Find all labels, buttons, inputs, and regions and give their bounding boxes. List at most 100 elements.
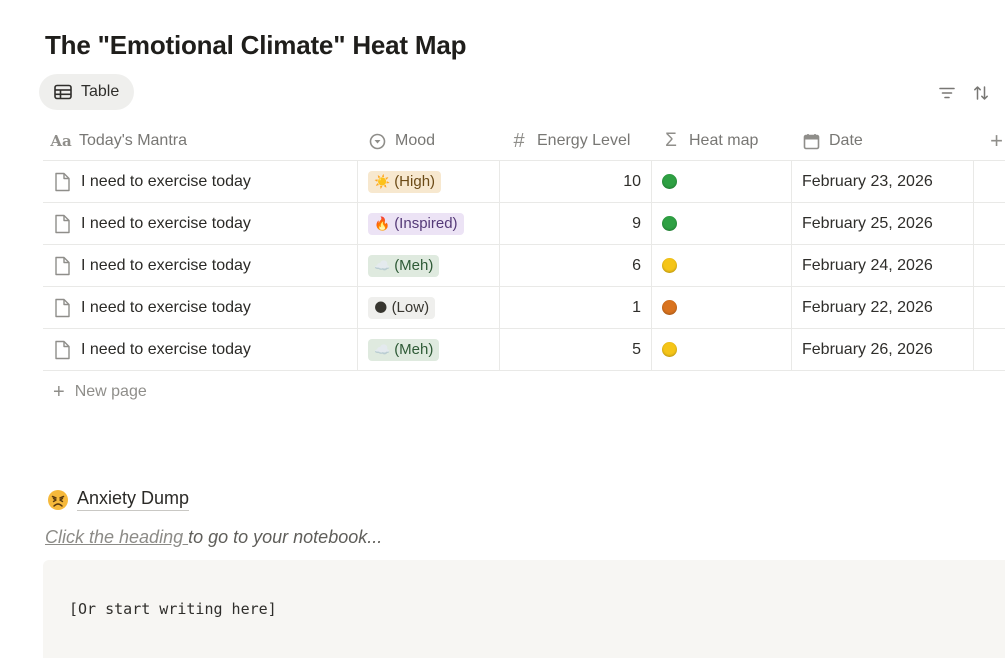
energy-cell[interactable]: 1 (499, 287, 651, 328)
empty-cell (973, 329, 1005, 370)
heatmap-cell (651, 329, 791, 370)
column-header-energy[interactable]: # Energy Level (499, 122, 651, 160)
mantra-cell[interactable]: I need to exercise today (43, 245, 357, 286)
mood-tag: 🌑 (Low) (368, 296, 436, 319)
mood-tag: 🔥 (Inspired) (368, 212, 464, 235)
table-row[interactable]: I need to exercise today ☀️ (High) 10 Fe… (43, 161, 1005, 203)
number-property-icon: # (513, 129, 525, 152)
add-property-button[interactable]: + (973, 122, 1005, 160)
mood-emoji-icon: 🔥 (374, 215, 391, 231)
mood-tag: ☀️ (High) (368, 170, 442, 193)
mood-text: (High) (394, 173, 436, 190)
heatmap-cell (651, 245, 791, 286)
mood-cell[interactable]: ☁️ (Meh) (357, 329, 499, 370)
hint-link[interactable]: Click the heading (45, 527, 188, 547)
notion-page: The "Emotional Climate" Heat Map Table A… (0, 0, 1005, 658)
mood-tag: ☁️ (Meh) (368, 254, 440, 277)
page-icon (53, 172, 73, 192)
page-icon (53, 340, 73, 360)
table-row[interactable]: I need to exercise today ☁️ (Meh) 6 Febr… (43, 245, 1005, 287)
date-cell[interactable]: February 25, 2026 (791, 203, 973, 244)
date-cell[interactable]: February 24, 2026 (791, 245, 973, 286)
writing-code-block[interactable]: [Or start writing here] (43, 560, 1005, 658)
database-table: Aa Today's Mantra Mood # Energy Level Σ … (43, 122, 1005, 413)
table-row[interactable]: I need to exercise today 🌑 (Low) 1 Febru… (43, 287, 1005, 329)
mantra-cell[interactable]: I need to exercise today (43, 203, 357, 244)
mantra-text: I need to exercise today (81, 172, 251, 190)
column-header-date[interactable]: Date (791, 122, 973, 160)
page-icon (53, 256, 73, 276)
formula-property-icon: Σ (665, 130, 677, 151)
select-property-icon (367, 131, 387, 151)
anxiety-heading[interactable]: Anxiety Dump (47, 488, 190, 511)
date-value: February 23, 2026 (802, 172, 933, 190)
sort-icon[interactable] (971, 83, 991, 103)
date-value: February 22, 2026 (802, 298, 933, 316)
filter-icon[interactable] (937, 83, 957, 103)
mantra-cell[interactable]: I need to exercise today (43, 287, 357, 328)
anxiety-heading-text: Anxiety Dump (77, 488, 190, 511)
table-body: I need to exercise today ☀️ (High) 10 Fe… (43, 161, 1005, 371)
column-header-heatmap[interactable]: Σ Heat map (651, 122, 791, 160)
heat-dot-icon (662, 258, 677, 273)
table-header-row: Aa Today's Mantra Mood # Energy Level Σ … (43, 122, 1005, 161)
mood-text: (Inspired) (394, 215, 458, 232)
mood-cell[interactable]: ☁️ (Meh) (357, 245, 499, 286)
heatmap-cell (651, 287, 791, 328)
column-header-mood[interactable]: Mood (357, 122, 499, 160)
view-toolbar (937, 83, 991, 103)
table-icon (53, 82, 73, 102)
calendar-icon (801, 131, 821, 151)
mood-cell[interactable]: 🌑 (Low) (357, 287, 499, 328)
code-block-text[interactable]: [Or start writing here] (69, 600, 277, 618)
new-page-label: New page (74, 383, 147, 400)
mantra-text: I need to exercise today (81, 256, 251, 274)
heat-dot-icon (662, 216, 677, 231)
energy-cell[interactable]: 6 (499, 245, 651, 286)
empty-cell (973, 203, 1005, 244)
date-value: February 26, 2026 (802, 340, 933, 358)
energy-value: 10 (623, 172, 641, 190)
new-page-button[interactable]: + New page (43, 371, 1005, 413)
mantra-cell[interactable]: I need to exercise today (43, 161, 357, 202)
heat-dot-icon (662, 174, 677, 189)
mantra-text: I need to exercise today (81, 298, 251, 316)
add-property-icon: + (990, 128, 1003, 153)
table-row[interactable]: I need to exercise today ☁️ (Meh) 5 Febr… (43, 329, 1005, 371)
heatmap-cell (651, 203, 791, 244)
mood-tag: ☁️ (Meh) (368, 338, 440, 361)
energy-cell[interactable]: 9 (499, 203, 651, 244)
plus-icon: + (53, 380, 65, 403)
text-property-icon: Aa (50, 132, 72, 150)
mantra-cell[interactable]: I need to exercise today (43, 329, 357, 370)
energy-value: 5 (632, 340, 641, 358)
tab-table-label: Table (81, 83, 120, 100)
heatmap-cell (651, 161, 791, 202)
date-value: February 25, 2026 (802, 214, 933, 232)
column-header-mantra[interactable]: Aa Today's Mantra (43, 122, 357, 160)
tab-table-view[interactable]: Table (39, 74, 134, 110)
page-title[interactable]: The "Emotional Climate" Heat Map (45, 30, 467, 61)
page-icon (53, 214, 73, 234)
date-cell[interactable]: February 26, 2026 (791, 329, 973, 370)
notebook-hint: Click the heading to go to your notebook… (45, 527, 382, 548)
table-row[interactable]: I need to exercise today 🔥 (Inspired) 9 … (43, 203, 1005, 245)
mood-text: (Meh) (394, 341, 434, 358)
mantra-text: I need to exercise today (81, 340, 251, 358)
mood-text: (Low) (391, 299, 430, 316)
mood-emoji-icon: ☁️ (374, 341, 391, 357)
heat-dot-icon (662, 342, 677, 357)
heat-dot-icon (662, 300, 677, 315)
energy-cell[interactable]: 5 (499, 329, 651, 370)
date-cell[interactable]: February 22, 2026 (791, 287, 973, 328)
empty-cell (973, 287, 1005, 328)
mantra-text: I need to exercise today (81, 214, 251, 232)
empty-cell (973, 245, 1005, 286)
mood-emoji-icon: 🌑 (374, 299, 388, 315)
mood-cell[interactable]: 🔥 (Inspired) (357, 203, 499, 244)
energy-value: 6 (632, 256, 641, 274)
date-value: February 24, 2026 (802, 256, 933, 274)
date-cell[interactable]: February 23, 2026 (791, 161, 973, 202)
mood-cell[interactable]: ☀️ (High) (357, 161, 499, 202)
energy-cell[interactable]: 10 (499, 161, 651, 202)
